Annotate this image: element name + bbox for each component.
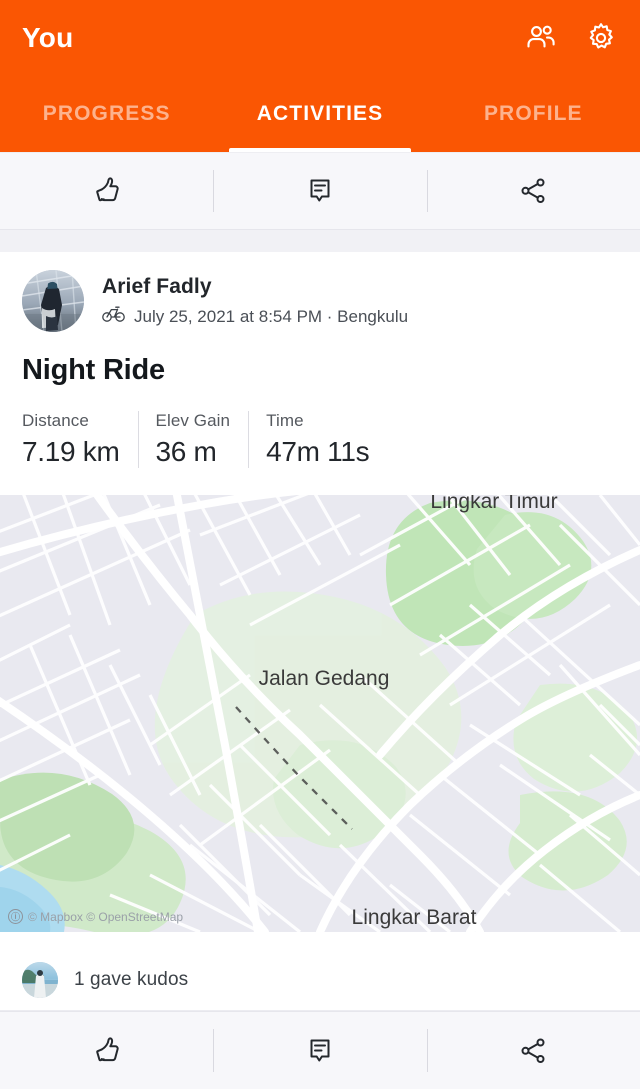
map-attribution: ⓘ © Mapbox © OpenStreetMap xyxy=(8,909,183,924)
action-bar-top xyxy=(0,152,640,230)
kudos-summary-row[interactable]: 1 gave kudos xyxy=(0,949,640,1011)
map-canvas: Lingkar Timur Jalan Gedang Lingkar Barat xyxy=(0,495,640,932)
mapbox-badge-icon: ⓘ xyxy=(8,909,23,924)
stat-distance-value: 7.19 km xyxy=(22,435,120,467)
comment-button[interactable] xyxy=(213,153,426,229)
svg-text:Lingkar Barat: Lingkar Barat xyxy=(352,906,477,929)
avatar[interactable] xyxy=(22,270,84,332)
svg-text:Jalan Gedang: Jalan Gedang xyxy=(259,667,390,690)
stat-elev-gain-label: Elev Gain xyxy=(155,411,231,430)
header-top-bar: You xyxy=(0,0,640,76)
kudos-label: 1 gave kudos xyxy=(74,968,189,990)
tab-progress-label: PROGRESS xyxy=(42,102,171,125)
share-icon xyxy=(513,171,553,211)
section-divider xyxy=(0,230,640,252)
activity-title[interactable]: Night Ride xyxy=(0,332,640,387)
tab-profile[interactable]: PROFILE xyxy=(427,76,640,152)
stat-time: Time 47m 11s xyxy=(248,409,387,470)
svg-text:Lingkar Timur: Lingkar Timur xyxy=(430,495,557,513)
route-map[interactable]: Lingkar Timur Jalan Gedang Lingkar Barat… xyxy=(0,495,640,932)
stat-elev-gain: Elev Gain 36 m xyxy=(137,409,249,470)
stat-distance-label: Distance xyxy=(22,411,89,430)
kudos-avatar[interactable] xyxy=(22,961,58,998)
stat-elev-gain-value: 36 m xyxy=(155,435,217,467)
tab-activities-label: ACTIVITIES xyxy=(256,102,384,125)
stat-time-label: Time xyxy=(266,411,304,430)
bike-icon xyxy=(102,305,125,329)
tab-profile-label: PROFILE xyxy=(483,102,583,125)
activity-subtitle: July 25, 2021 at 8:54 PM · Bengkulu xyxy=(102,305,408,329)
activity-stats: Distance 7.19 km Elev Gain 36 m Time 47m… xyxy=(0,387,640,488)
stat-distance: Distance 7.19 km xyxy=(22,409,138,470)
header-tabs: PROGRESS ACTIVITIES PROFILE xyxy=(0,76,640,152)
kudos-button[interactable] xyxy=(0,153,213,229)
app-header: You PROGRESS ACTIVITIES PROFILE xyxy=(0,0,640,152)
action-bar-bottom xyxy=(0,1011,640,1089)
activity-card: Arief Fadly July 25, 2021 at 8:54 PM · B… xyxy=(0,252,640,489)
athlete-meta: Arief Fadly July 25, 2021 at 8:54 PM · B… xyxy=(102,273,408,328)
header-actions xyxy=(524,21,618,55)
kudos-button-bottom[interactable] xyxy=(0,1012,213,1089)
stat-time-value: 47m 11s xyxy=(266,435,370,467)
tab-activities[interactable]: ACTIVITIES xyxy=(213,76,426,152)
share-button-bottom[interactable] xyxy=(426,1012,640,1089)
page-title: You xyxy=(22,22,74,53)
comment-icon xyxy=(300,1031,340,1071)
activity-datetime-location: July 25, 2021 at 8:54 PM · Bengkulu xyxy=(134,306,409,326)
tab-progress[interactable]: PROGRESS xyxy=(0,76,213,152)
comment-button-bottom[interactable] xyxy=(213,1012,426,1089)
thumbs-up-icon xyxy=(87,1031,127,1071)
people-icon[interactable] xyxy=(524,21,558,55)
comment-icon xyxy=(300,171,340,211)
athlete-row[interactable]: Arief Fadly July 25, 2021 at 8:54 PM · B… xyxy=(0,252,640,332)
athlete-name: Arief Fadly xyxy=(102,275,212,299)
map-attribution-text: © Mapbox © OpenStreetMap xyxy=(28,909,184,924)
thumbs-up-icon xyxy=(87,171,127,211)
activity-detail-screen: You PROGRESS ACTIVITIES PROFILE Arief Fa… xyxy=(0,0,640,1089)
share-button[interactable] xyxy=(426,153,640,229)
gear-icon[interactable] xyxy=(584,21,618,55)
share-icon xyxy=(513,1031,553,1071)
